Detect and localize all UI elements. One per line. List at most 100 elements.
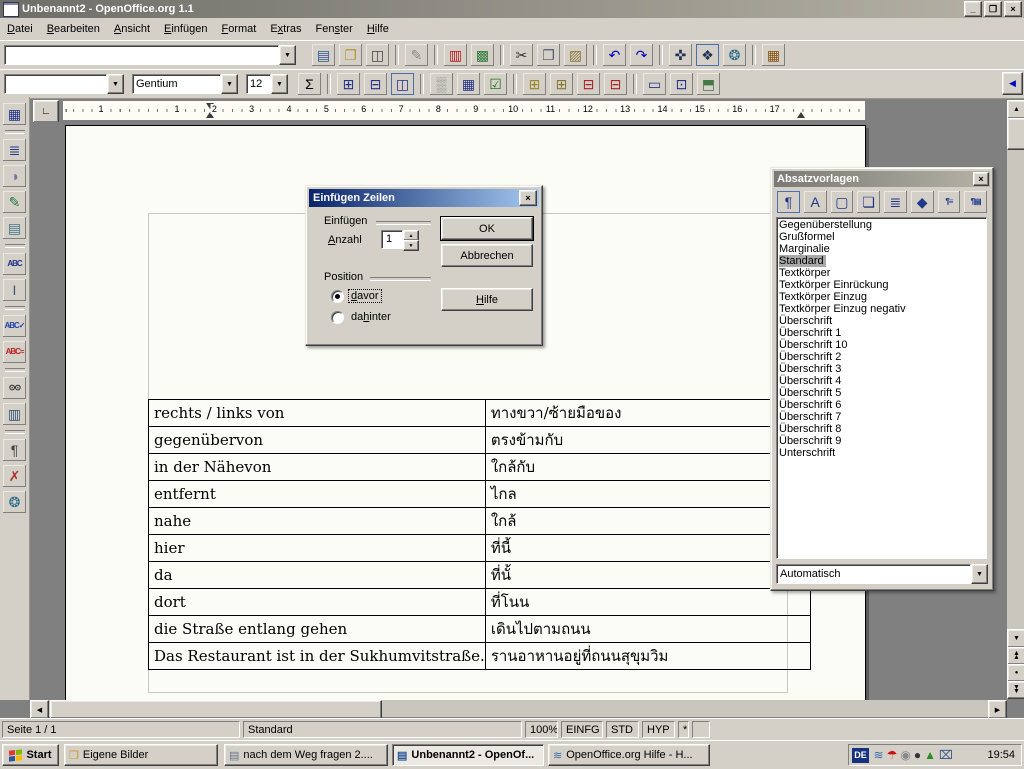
auto-spellcheck-icon[interactable]: ABC≈	[2, 340, 27, 364]
table-row[interactable]: naheใกล้	[149, 508, 811, 535]
cell-thai[interactable]: ที่นั้	[485, 562, 810, 589]
restore-button[interactable]: ❐	[984, 1, 1002, 17]
help-button[interactable]: Hilfe	[441, 288, 533, 311]
table-row[interactable]: die Straße entlang gehenเดินไปตามถนน	[149, 616, 811, 643]
numbering-styles-icon[interactable]: ≣	[883, 190, 908, 214]
menu-ansicht[interactable]: Ansicht	[107, 20, 157, 38]
table-row[interactable]: daที่นั้	[149, 562, 811, 589]
style-item[interactable]: Überschrift 4	[779, 375, 841, 387]
count-value[interactable]: 1	[381, 230, 403, 249]
count-spinner[interactable]: 1 ▲ ▼	[381, 230, 417, 249]
shading-icon[interactable]: ▒	[429, 72, 454, 96]
background-color-icon[interactable]: ⬒	[696, 72, 721, 96]
style-filter-combobox[interactable]: Automatisch ▼	[776, 564, 988, 584]
style-list-row[interactable]: Standard	[779, 255, 986, 267]
style-item[interactable]: Gegenüberstellung	[779, 219, 872, 231]
menu-datei[interactable]: Datei	[0, 20, 40, 38]
style-list-row[interactable]: Überschrift 5	[779, 387, 986, 399]
style-item[interactable]: Überschrift 7	[779, 411, 841, 423]
url-value[interactable]	[4, 45, 279, 65]
cancel-button[interactable]: Abbrechen	[441, 244, 533, 267]
close-button[interactable]: ×	[1004, 1, 1022, 17]
antivirus-icon[interactable]: ☂	[887, 749, 898, 761]
safely-remove-icon[interactable]: ▲	[924, 749, 936, 761]
autotext-icon[interactable]: ABC	[2, 252, 27, 276]
url-combobox[interactable]: ▼	[4, 45, 296, 65]
font-dropdown-arrow[interactable]: ▼	[221, 74, 238, 94]
fontsize-combobox[interactable]: 12 ▼	[246, 74, 288, 94]
scroll-down-button[interactable]: ▼	[1007, 629, 1024, 648]
menu-format[interactable]: Format	[214, 20, 263, 38]
character-styles-icon[interactable]: A	[803, 190, 828, 214]
copy-icon[interactable]: ❐	[536, 43, 561, 67]
style-item[interactable]: Marginalie	[779, 243, 830, 255]
undo-icon[interactable]: ↶	[602, 43, 627, 67]
navigation-button[interactable]: ●	[1007, 664, 1024, 682]
table-row[interactable]: rechts / links vonทางขวา/ซ้ายมือของ	[149, 400, 811, 427]
cell-thai[interactable]: รานอาหานอยู่ที่ถนนสุขุมวิม	[485, 643, 810, 670]
style-list-row[interactable]: Überschrift 2	[779, 351, 986, 363]
style-list-row[interactable]: Überschrift 9	[779, 435, 986, 447]
minimize-button[interactable]: _	[964, 1, 982, 17]
horizontal-scrollbar[interactable]: ◀ ▶	[30, 700, 1007, 717]
delete-row-icon[interactable]: ⊟	[576, 72, 601, 96]
export-pdf-icon[interactable]: ▥	[443, 43, 468, 67]
hscroll-thumb[interactable]	[50, 700, 382, 719]
ok-button[interactable]: OK	[441, 217, 533, 240]
stylist-icon[interactable]: ❖	[695, 43, 720, 67]
menu-extras[interactable]: Extras	[263, 20, 308, 38]
style-list-row[interactable]: Unterschrift	[779, 447, 986, 459]
status-template[interactable]: Standard	[243, 721, 522, 738]
right-indent-marker[interactable]	[797, 112, 805, 118]
style-item[interactable]: Überschrift	[779, 315, 832, 327]
paragraph-styles-panel[interactable]: Absatzvorlagen × ¶A▢❏≣◆¶≡¶▤ Gegenüberste…	[770, 167, 994, 591]
page-styles-icon[interactable]: ❏	[856, 190, 881, 214]
spin-down-icon[interactable]: ▼	[403, 240, 419, 251]
style-item[interactable]: Grußformel	[779, 231, 835, 243]
task-button[interactable]: ❐Eigene Bilder	[64, 744, 218, 766]
style-list[interactable]: GegenüberstellungGrußformelMarginalieSta…	[776, 217, 987, 559]
menu-fenster[interactable]: Fenster	[309, 20, 360, 38]
toolbar-overflow-button[interactable]: ◀	[1002, 72, 1023, 95]
table-row[interactable]: in der Nähevonใกล้กับ	[149, 454, 811, 481]
graphics-on-off-icon[interactable]: ✗	[2, 464, 27, 488]
style-list-row[interactable]: Textkörper Einzug	[779, 291, 986, 303]
cell-thai[interactable]: ใกล้	[485, 508, 810, 535]
horizontal-ruler[interactable]: 11234567891011121314151617	[62, 100, 866, 121]
radio-before-label[interactable]: davor	[349, 290, 381, 302]
style-combobox[interactable]: ▼	[4, 74, 124, 94]
insert-table-icon[interactable]: ▦	[2, 102, 27, 126]
paragraph-styles-icon[interactable]: ¶	[776, 190, 801, 214]
save-icon[interactable]: ◫	[365, 43, 390, 67]
ruler-corner-button[interactable]: ∟	[33, 100, 59, 123]
style-list-row[interactable]: Textkörper Einzug negativ	[779, 303, 986, 315]
quickstarter-icon[interactable]: ≋	[874, 749, 884, 761]
insert-column-icon[interactable]: ⊞	[549, 72, 574, 96]
status-modified[interactable]: *	[678, 721, 689, 738]
cell-german[interactable]: hier	[149, 535, 486, 562]
font-size-value[interactable]: 12	[246, 74, 271, 94]
form-functions-icon[interactable]: ▤	[2, 216, 27, 240]
scroll-right-button[interactable]: ▶	[988, 700, 1007, 719]
cell-german[interactable]: entfernt	[149, 481, 486, 508]
style-item[interactable]: Textkörper Einzug	[779, 291, 867, 303]
spellcheck-icon[interactable]: ABC✓	[2, 314, 27, 338]
vscroll-thumb[interactable]	[1007, 118, 1024, 150]
insert-fields-icon[interactable]: ≣	[2, 138, 27, 162]
status-insert-mode[interactable]: EINFG	[561, 721, 603, 738]
online-layout-icon[interactable]: ❂	[2, 490, 27, 514]
sum-icon[interactable]: Σ	[297, 72, 322, 96]
style-filter-value[interactable]: Automatisch	[776, 564, 971, 584]
radio-before[interactable]	[331, 290, 344, 303]
mouse-icon[interactable]: ●	[914, 749, 921, 761]
insert-object-icon[interactable]: ◑	[2, 164, 27, 188]
redo-icon[interactable]: ↷	[629, 43, 654, 67]
style-dropdown-arrow[interactable]: ▼	[107, 74, 124, 94]
style-value[interactable]	[4, 74, 107, 94]
style-item[interactable]: Überschrift 1	[779, 327, 841, 339]
cell-german[interactable]: in der Nähevon	[149, 454, 486, 481]
hyperlink-globe-icon[interactable]: ❂	[722, 43, 747, 67]
status-zoom[interactable]: 100%	[525, 721, 558, 738]
cell-german[interactable]: da	[149, 562, 486, 589]
status-extra[interactable]	[692, 721, 710, 738]
